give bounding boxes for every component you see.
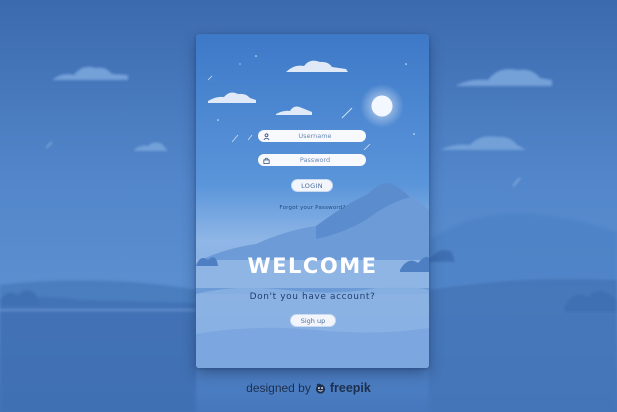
brand-name: freepik (329, 381, 371, 395)
freepik-logo-icon (315, 383, 326, 394)
forgot-password-link[interactable]: Forgot your Password? (196, 205, 429, 211)
password-field[interactable] (258, 154, 366, 166)
scene: LOGIN Forgot your Password? WELCOME Don'… (0, 0, 617, 412)
user-icon (262, 132, 270, 140)
account-prompt: Don't you have account? (249, 292, 376, 302)
username-input[interactable] (270, 131, 360, 141)
welcome-title: WELCOME (247, 254, 378, 278)
password-input[interactable] (270, 155, 360, 165)
credit-line: designed by freepik (0, 381, 617, 395)
login-button[interactable]: LOGIN (291, 179, 333, 192)
login-card: LOGIN Forgot your Password? WELCOME Don'… (196, 34, 429, 368)
signup-button[interactable]: Sigh up (290, 314, 336, 327)
designed-by-text: designed by (246, 381, 311, 395)
moon-icon (360, 84, 404, 128)
username-field[interactable] (258, 130, 366, 142)
lock-icon (262, 156, 270, 164)
